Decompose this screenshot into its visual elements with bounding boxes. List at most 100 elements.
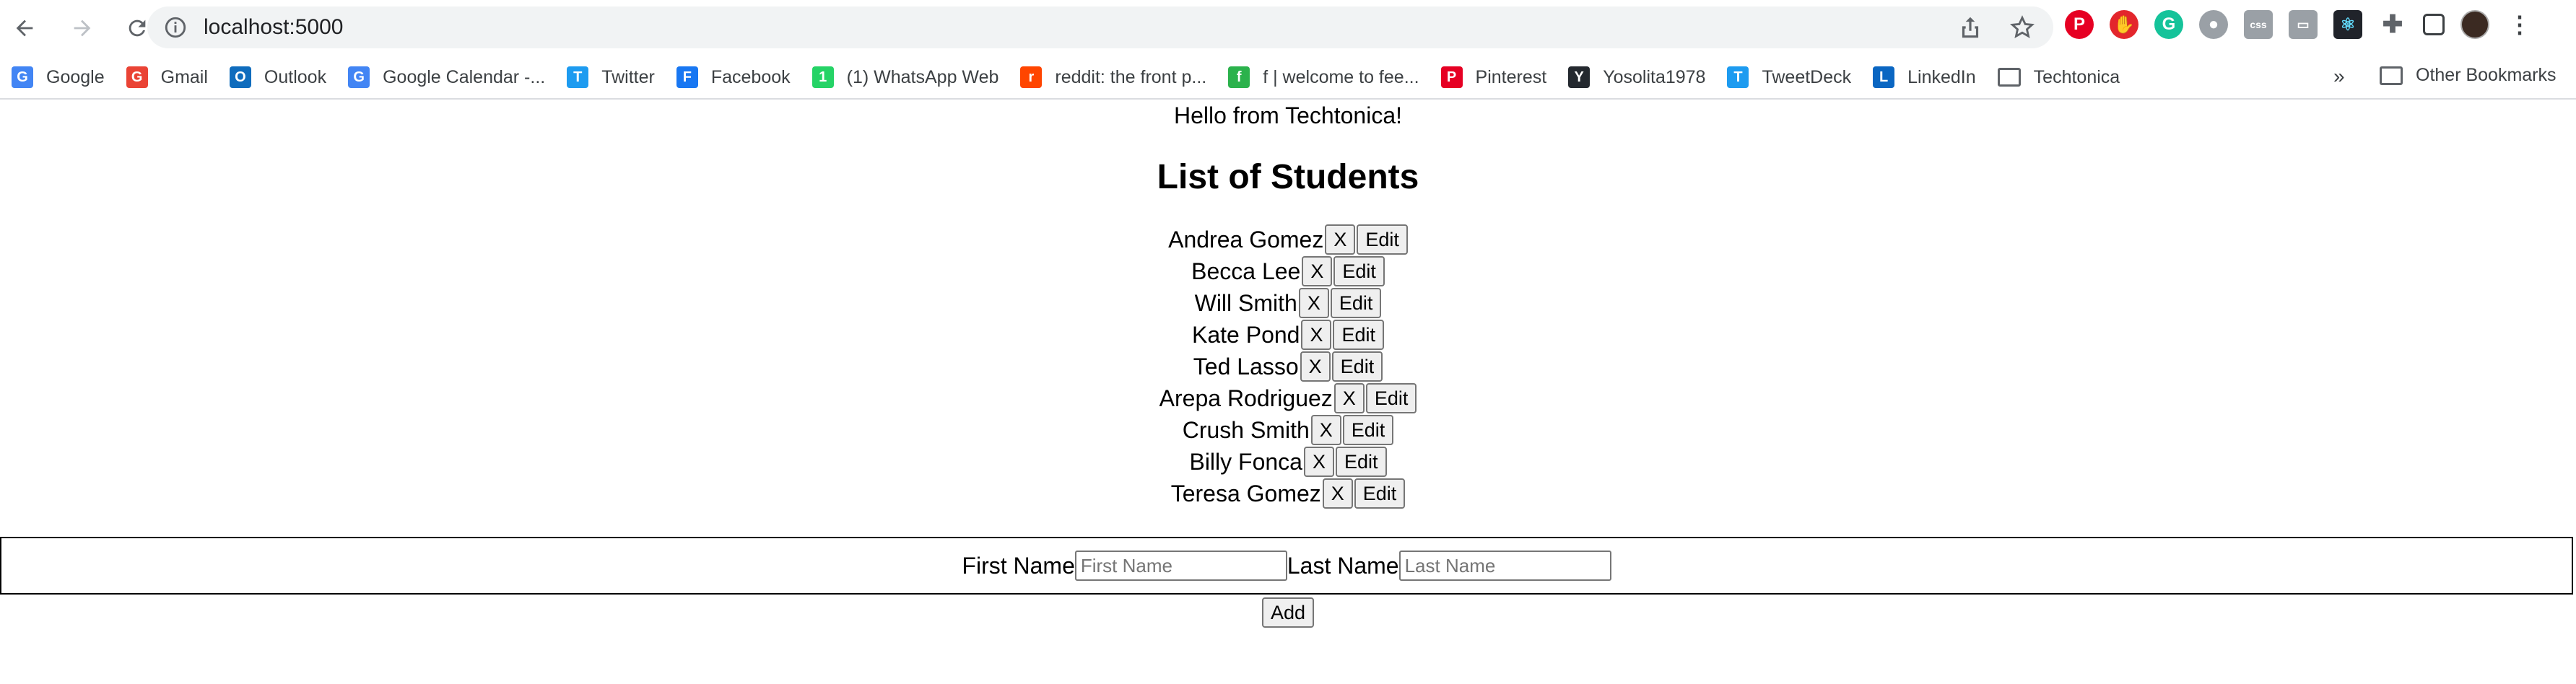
student-name: Crush Smith	[1182, 416, 1310, 443]
react-devtools-icon[interactable]: ⚛	[2333, 10, 2362, 39]
forward-button[interactable]	[61, 6, 104, 50]
delete-student-button[interactable]: X	[1310, 415, 1341, 445]
edit-student-button[interactable]: Edit	[1335, 447, 1387, 477]
edit-student-button[interactable]: Edit	[1330, 288, 1382, 318]
bookmark-label: Twitter	[601, 66, 655, 87]
student-list: Andrea Gomez X Edit Becca Lee X Edit Will Smit…	[0, 224, 2576, 509]
linkedin-icon: L	[1873, 66, 1895, 88]
bookmark-label: reddit: the front p...	[1055, 66, 1207, 87]
reddit-icon: r	[1020, 66, 1043, 88]
delete-student-button[interactable]: X	[1325, 224, 1356, 255]
delete-student-button[interactable]: X	[1333, 383, 1365, 413]
google-icon: G	[12, 66, 33, 88]
css-extension-icon[interactable]: css	[2244, 10, 2273, 39]
gmail-icon: G	[126, 66, 148, 88]
first-name-label: First Name	[962, 552, 1075, 579]
bookmark-item[interactable]: G Gmail	[126, 66, 208, 88]
student-name: Andrea Gomez	[1168, 226, 1324, 253]
student-name: Becca Lee	[1191, 258, 1301, 284]
bookmark-item[interactable]: r reddit: the front p...	[1020, 66, 1206, 88]
hello-text: Hello from Techtonica!	[1174, 102, 1402, 128]
bookmarks-overflow-chevron[interactable]: »	[2333, 65, 2345, 88]
last-name-input[interactable]	[1398, 551, 1611, 581]
delete-student-button[interactable]: X	[1300, 351, 1331, 382]
bookmark-item[interactable]: L LinkedIn	[1873, 66, 1976, 88]
share-icon[interactable]	[1957, 14, 1984, 41]
address-bar[interactable]: localhost:5000	[147, 6, 2053, 48]
edit-student-button[interactable]: Edit	[1365, 383, 1417, 413]
student-row: Teresa Gomez X Edit	[0, 478, 2576, 509]
bookmark-label: Google	[46, 66, 105, 87]
edit-student-button[interactable]: Edit	[1354, 478, 1406, 509]
student-name: Kate Pond	[1192, 321, 1300, 348]
edit-student-button[interactable]: Edit	[1357, 224, 1408, 255]
twitter-icon: T	[567, 66, 589, 88]
bookmark-item[interactable]: G Google	[12, 66, 105, 88]
puzzle-extensions-icon[interactable]: ✚	[2378, 10, 2407, 39]
edit-student-button[interactable]: Edit	[1342, 415, 1394, 445]
back-button[interactable]	[3, 6, 46, 50]
screen-extension-icon[interactable]: ▭	[2289, 10, 2318, 39]
student-name: Teresa Gomez	[1170, 480, 1321, 507]
kebab-menu-icon[interactable]: ⋮	[2505, 10, 2534, 39]
bookmark-label: f | welcome to fee...	[1263, 66, 1419, 87]
arrow-right-icon	[74, 19, 91, 37]
last-name-label: Last Name	[1287, 552, 1399, 579]
student-row: Kate Pond X Edit	[0, 319, 2576, 351]
student-row: Crush Smith X Edit	[0, 414, 2576, 446]
delete-student-button[interactable]: X	[1322, 478, 1353, 509]
add-button[interactable]: Add	[1261, 597, 1315, 628]
bookmark-item[interactable]: f f | welcome to fee...	[1228, 66, 1419, 88]
address-url[interactable]: localhost:5000	[204, 15, 343, 40]
github-icon: Y	[1568, 66, 1591, 88]
reload-icon	[129, 19, 146, 37]
bookmark-item[interactable]: Techtonica	[1997, 67, 2120, 88]
delete-student-button[interactable]: X	[1301, 320, 1332, 350]
whatsapp-icon: 1	[811, 66, 834, 88]
delete-student-button[interactable]: X	[1302, 256, 1333, 286]
bookmark-item[interactable]: O Outlook	[229, 66, 326, 88]
adblock-extension-icon[interactable]: ✋	[2110, 10, 2138, 39]
bookmark-star-icon[interactable]	[2009, 14, 2036, 41]
profile-avatar[interactable]	[2460, 10, 2489, 39]
bookmark-item[interactable]: 1 (1) WhatsApp Web	[811, 66, 999, 88]
pinterest-extension-icon[interactable]: P	[2065, 10, 2094, 39]
delete-student-button[interactable]: X	[1298, 288, 1329, 318]
facebook-icon: F	[676, 66, 698, 88]
bookmark-item[interactable]: G Google Calendar -...	[348, 66, 545, 88]
bookmark-label: TweetDeck	[1762, 66, 1852, 87]
side-panel-icon[interactable]	[2423, 14, 2445, 35]
student-name: Ted Lasso	[1193, 353, 1299, 380]
other-bookmarks-label: Other Bookmarks	[2416, 65, 2557, 85]
info-icon[interactable]	[163, 15, 188, 40]
student-row: Arepa Rodriguez X Edit	[0, 382, 2576, 414]
edit-student-button[interactable]: Edit	[1333, 320, 1384, 350]
student-row: Andrea Gomez X Edit	[0, 224, 2576, 255]
edit-student-button[interactable]: Edit	[1331, 351, 1383, 382]
bookmark-label: (1) WhatsApp Web	[846, 66, 999, 87]
edit-student-button[interactable]: Edit	[1333, 256, 1385, 286]
bookmark-item[interactable]: T TweetDeck	[1727, 66, 1851, 88]
delete-student-button[interactable]: X	[1303, 447, 1334, 477]
other-bookmarks[interactable]: Other Bookmarks	[2380, 65, 2557, 86]
bookmark-item[interactable]: Y Yosolita1978	[1568, 66, 1705, 88]
bookmark-item[interactable]: T Twitter	[567, 66, 655, 88]
bookmark-label: Yosolita1978	[1603, 66, 1706, 87]
grammarly-extension-icon[interactable]: G	[2154, 10, 2183, 39]
outlook-icon: O	[229, 66, 251, 88]
chat-extension-icon[interactable]: ●	[2199, 10, 2228, 39]
tweetdeck-icon: T	[1727, 66, 1749, 88]
bookmarks-bar: G Google G Gmail O Outlook G Google Calendar -.…	[0, 56, 2576, 100]
bookmark-label: LinkedIn	[1907, 66, 1976, 87]
student-name: Billy Fonca	[1189, 448, 1302, 475]
student-row: Ted Lasso X Edit	[0, 351, 2576, 382]
student-name: Arepa Rodriguez	[1159, 385, 1333, 411]
bookmark-label: Facebook	[710, 66, 791, 87]
first-name-input[interactable]	[1074, 551, 1287, 581]
arrow-left-icon	[16, 19, 33, 37]
bookmark-item[interactable]: P Pinterest	[1440, 66, 1546, 88]
student-name: Will Smith	[1194, 289, 1297, 316]
bookmark-item[interactable]: F Facebook	[676, 66, 791, 88]
extensions-bar: P ✋ G ● css ▭ ⚛ ✚ ⋮	[2065, 10, 2534, 39]
student-row: Will Smith X Edit	[0, 287, 2576, 319]
